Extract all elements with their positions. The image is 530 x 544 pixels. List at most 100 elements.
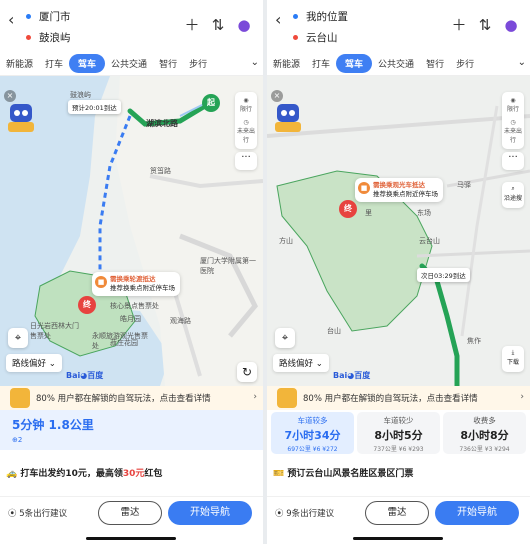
tab-smart[interactable]: 智行 [420, 57, 450, 70]
route-time-distance: 5分钟 1.8公里 [12, 416, 263, 433]
future-travel-tool[interactable]: ◷ 未来出行 [502, 116, 524, 147]
restriction-icon: ◉ [510, 97, 516, 104]
transfer-bubble[interactable]: ■ 需换乘观光车抵达 推荐换乘点附近停车场 [355, 178, 443, 202]
tab-drive[interactable]: 驾车 [336, 54, 373, 73]
tab-transit[interactable]: 公共交通 [105, 57, 153, 70]
travel-suggestions[interactable]: ⦿ 5条出行建议 [8, 507, 67, 519]
route-option-time: 7小时34分 [284, 429, 341, 442]
tab-drive[interactable]: 驾车 [69, 54, 106, 73]
restriction-label: 限行 [506, 106, 519, 113]
map-label: 焦作 [467, 337, 481, 345]
start-pin[interactable]: 起 [202, 94, 220, 112]
start-navigation-button[interactable]: 开始导航 [168, 501, 252, 525]
eta-badge: 次日03:29到达 [417, 268, 470, 282]
route-option-3[interactable]: 收费多 8小时8分 736公里 ¥3 ¥294 [443, 412, 526, 454]
add-stop-icon[interactable]: ＋ [450, 14, 468, 35]
map-label: 日光岩西林大门售票处 [30, 322, 79, 340]
search-along-route[interactable]: ⌕ 沿途搜 [502, 182, 524, 208]
end-pin[interactable]: 终 [78, 296, 96, 314]
transfer-bubble[interactable]: ■ 需换乘轮渡抵达 推荐换乘点附近停车场 [92, 272, 180, 296]
locate-icon[interactable]: ⌖ [8, 328, 28, 348]
chevron-down-icon: ⌄ [48, 359, 56, 369]
route-option-1[interactable]: 车道较多 7小时34分 697公里 ¥6 ¥272 [271, 412, 354, 454]
start-navigation-button[interactable]: 开始导航 [435, 501, 519, 525]
promo-banner[interactable]: 80% 用户都在解锁的自驾玩法，点击查看详情 › [267, 386, 530, 410]
route-summary[interactable]: 5分钟 1.8公里 ⊕2 [0, 410, 263, 450]
tab-transit[interactable]: 公共交通 [372, 57, 420, 70]
origin-row[interactable]: 厦门市 [26, 6, 176, 27]
destination-text: 鼓浪屿 [39, 32, 71, 44]
tab-taxi[interactable]: 打车 [39, 57, 69, 70]
travel-suggestions-label: 5条出行建议 [19, 509, 68, 519]
route-option-2[interactable]: 车道较少 8小时5分 737公里 ¥6 ¥293 [357, 412, 440, 454]
chevron-down-icon[interactable]: ⌄ [251, 57, 259, 68]
swap-icon[interactable]: ⇅ [476, 16, 494, 34]
swap-icon[interactable]: ⇅ [209, 16, 227, 34]
map-label: 云台山 [419, 237, 440, 245]
tab-walk[interactable]: 步行 [450, 57, 480, 70]
route-option-tag: 车道较少 [383, 416, 414, 425]
chevron-down-icon: ⌄ [315, 359, 323, 369]
tab-smart[interactable]: 智行 [153, 57, 183, 70]
promo-banner[interactable]: 80% 用户都在解锁的自驾玩法，点击查看详情 › [0, 386, 263, 410]
route-header: ‹ 我的位置 云台山 ＋ ⇅ ● [267, 0, 530, 52]
end-pin[interactable]: 终 [339, 200, 357, 218]
taxi-offer[interactable]: 🚕 打车出发约10元，最高领30元红包 [6, 466, 162, 479]
travel-suggestions-label: 9条出行建议 [286, 509, 335, 519]
radar-button[interactable]: 雷达 [98, 501, 162, 525]
refresh-icon[interactable]: ↻ [237, 362, 257, 382]
restriction-tool[interactable]: ◉ 限行 [502, 94, 524, 116]
route-preference-label: 路线偏好 [12, 359, 47, 369]
route-preference-button[interactable]: 路线偏好 ⌄ [273, 354, 329, 372]
origin-dot-icon [293, 14, 298, 19]
back-icon[interactable]: ‹ [275, 10, 281, 29]
bottom-sheet: 80% 用户都在解锁的自驾玩法，点击查看详情 › 5分钟 1.8公里 ⊕2 🚕 … [0, 386, 263, 544]
mascot-icon[interactable] [6, 102, 36, 136]
travel-suggestions[interactable]: ⦿ 9条出行建议 [275, 507, 334, 519]
tab-walk[interactable]: 步行 [183, 57, 213, 70]
download-button[interactable]: ⤓ 下载 [502, 346, 524, 372]
origin-row[interactable]: 我的位置 [293, 6, 443, 27]
route-preference-button[interactable]: 路线偏好 ⌄ [6, 354, 62, 372]
ticket-offer[interactable]: 🎫 预订云台山风景名胜区景区门票 [273, 466, 413, 479]
map-label: 东场 [417, 209, 431, 217]
map-view[interactable]: 鼓浪屿 湖滨北路 筼筜路 厦门大学附属第一医院 日光岩西林大门售票处 菽庄花园 … [0, 76, 263, 386]
route-option-tag: 车道较多 [297, 416, 328, 425]
mascot-icon[interactable] [273, 102, 303, 136]
destination-row[interactable]: 云台山 [293, 27, 443, 48]
restriction-icon: ◉ [243, 97, 249, 104]
more-icon[interactable]: ··· [235, 152, 257, 170]
promo-text: 80% 用户都在解锁的自驾玩法，点击查看详情 [303, 394, 478, 404]
locate-icon[interactable]: ⌖ [275, 328, 295, 348]
header-actions: ＋ ⇅ ● [183, 14, 253, 35]
address-box: 厦门市 鼓浪屿 [26, 6, 176, 48]
more-icon[interactable]: ··· [502, 152, 524, 170]
map-view[interactable]: 云台山 马驿 东场 方山 台山 里 焦作 次日03:29到达 终 ■ 需换乘观光… [267, 76, 530, 386]
back-icon[interactable]: ‹ [8, 10, 14, 29]
close-icon[interactable]: × [271, 90, 283, 102]
transport-tabs: 新能源 打车 驾车 公共交通 智行 步行 ⌄ [267, 52, 530, 76]
voice-assistant-icon[interactable]: ● [235, 16, 253, 34]
route-options: 车道较多 7小时34分 697公里 ¥6 ¥272 车道较少 8小时5分 737… [271, 412, 526, 454]
destination-row[interactable]: 鼓浪屿 [26, 27, 176, 48]
destination-dot-icon [26, 35, 31, 40]
add-stop-icon[interactable]: ＋ [183, 14, 201, 35]
home-indicator [353, 537, 443, 540]
bubble-title: 需换乘观光车抵达 [373, 181, 425, 189]
voice-assistant-icon[interactable]: ● [502, 16, 520, 34]
tab-new-energy[interactable]: 新能源 [267, 57, 306, 70]
side-tools: ◉ 限行 ◷ 未来出行 [235, 92, 257, 149]
left-screen: ‹ 厦门市 鼓浪屿 ＋ ⇅ ● 新能源 打车 驾车 公共交通 智行 步行 ⌄ 鼓… [0, 0, 263, 544]
transport-tabs: 新能源 打车 驾车 公共交通 智行 步行 ⌄ [0, 52, 263, 76]
route-traffic-lights: ⊕2 [12, 436, 23, 444]
close-icon[interactable]: × [4, 90, 16, 102]
tab-taxi[interactable]: 打车 [306, 57, 336, 70]
route-option-sub: 736公里 ¥3 ¥294 [459, 446, 510, 453]
chevron-down-icon[interactable]: ⌄ [518, 57, 526, 68]
route-preference-label: 路线偏好 [279, 359, 314, 369]
eta-badge: 预计20:01到达 [68, 100, 121, 114]
radar-button[interactable]: 雷达 [365, 501, 429, 525]
restriction-tool[interactable]: ◉ 限行 [235, 94, 257, 116]
tab-new-energy[interactable]: 新能源 [0, 57, 39, 70]
future-travel-tool[interactable]: ◷ 未来出行 [235, 116, 257, 147]
